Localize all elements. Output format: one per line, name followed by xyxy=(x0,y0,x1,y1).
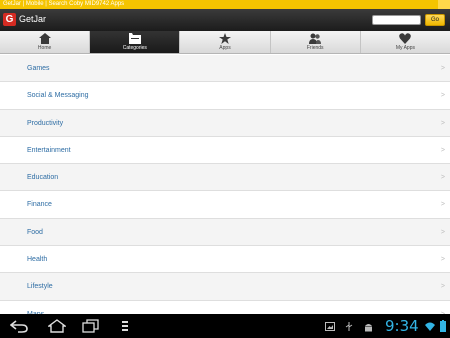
wifi-icon xyxy=(425,322,435,331)
category-label: Finance xyxy=(27,201,52,209)
usb-icon xyxy=(345,322,353,331)
chevron-right-icon: > xyxy=(440,201,445,209)
app-header: G GetJar Go xyxy=(0,9,450,31)
search-input[interactable] xyxy=(372,15,421,25)
battery-icon xyxy=(440,320,446,332)
tab-label: My Apps xyxy=(395,45,415,51)
category-label: Health xyxy=(27,256,48,264)
home-icon xyxy=(38,33,51,44)
tab-my-apps[interactable]: My Apps xyxy=(361,31,450,53)
chevron-right-icon: > xyxy=(440,65,445,72)
go-button[interactable]: Go xyxy=(425,14,445,26)
category-label: Lifestyle xyxy=(27,283,53,291)
category-row-lifestyle[interactable]: Lifestyle > xyxy=(0,273,450,301)
category-row-education[interactable]: Education > xyxy=(0,164,450,192)
category-row-maps[interactable]: Maps > xyxy=(0,300,450,314)
category-label: Games xyxy=(27,65,50,72)
chevron-right-icon: > xyxy=(441,301,445,314)
tab-categories[interactable]: Categories xyxy=(90,31,181,53)
category-row-health[interactable]: Health > xyxy=(0,246,450,274)
tab-label: Home xyxy=(37,45,52,51)
screenshot-icon xyxy=(325,322,335,331)
star-icon xyxy=(219,33,231,44)
tab-label: Friends xyxy=(306,45,324,51)
system-nav-bar: 9:34 xyxy=(0,314,450,338)
getjar-logo-text[interactable]: GetJar xyxy=(19,13,46,26)
category-row-finance[interactable]: Finance > xyxy=(0,191,450,219)
getjar-logo-icon[interactable]: G xyxy=(3,13,16,26)
category-label: Maps xyxy=(27,301,44,314)
category-label: Social & Messaging xyxy=(27,92,89,100)
chevron-right-icon: > xyxy=(440,119,445,127)
category-label: Education xyxy=(27,174,59,182)
clock: 9:34 xyxy=(385,317,419,335)
tab-friends[interactable]: Friends xyxy=(271,31,361,53)
home-icon[interactable] xyxy=(48,319,66,333)
chevron-right-icon: > xyxy=(440,174,445,182)
android-debug-icon xyxy=(365,324,372,332)
tab-home[interactable]: Home xyxy=(0,31,91,53)
category-list: Games > Social & Messaging > Productivit… xyxy=(0,55,450,314)
chevron-right-icon: > xyxy=(440,228,445,236)
category-row-games[interactable]: Games > xyxy=(0,55,450,83)
chevron-right-icon: > xyxy=(440,283,445,291)
chevron-right-icon: > xyxy=(440,256,445,264)
category-label: Productivity xyxy=(27,119,64,127)
categories-icon xyxy=(128,33,141,44)
chevron-right-icon: > xyxy=(440,146,445,154)
chevron-right-icon: > xyxy=(440,92,445,100)
category-row-social-messaging[interactable]: Social & Messaging > xyxy=(0,82,450,110)
tab-bar: Home Categories Apps Friends My Apps xyxy=(0,31,450,54)
friends-icon xyxy=(309,33,322,44)
recent-apps-icon[interactable] xyxy=(82,319,100,333)
title-bar-end xyxy=(438,0,450,9)
heart-icon xyxy=(399,33,412,44)
browser-title: GetJar | Mobile | Search Coby MID9742 Ap… xyxy=(3,1,125,7)
tab-apps[interactable]: Apps xyxy=(180,31,271,53)
back-icon[interactable] xyxy=(10,319,28,333)
category-label: Food xyxy=(27,228,43,236)
category-row-productivity[interactable]: Productivity > xyxy=(0,109,450,137)
tab-label: Apps xyxy=(219,45,231,51)
tab-label: Categories xyxy=(122,45,147,51)
category-row-entertainment[interactable]: Entertainment > xyxy=(0,136,450,165)
category-label: Entertainment xyxy=(27,146,71,154)
menu-icon[interactable] xyxy=(121,321,129,331)
browser-title-bar: GetJar | Mobile | Search Coby MID9742 Ap… xyxy=(0,0,450,9)
category-row-food[interactable]: Food > xyxy=(0,218,450,247)
